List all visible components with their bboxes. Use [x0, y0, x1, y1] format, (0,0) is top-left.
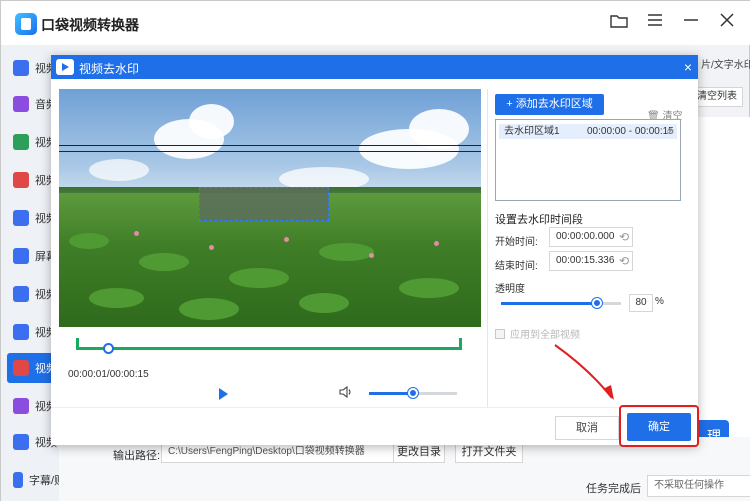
- reset-start-icon[interactable]: ⟲: [619, 230, 629, 244]
- menu-icon[interactable]: [645, 13, 665, 33]
- flower: [134, 231, 139, 236]
- time-section-title: 设置去水印时间段: [495, 214, 583, 226]
- highlight-box: [619, 405, 699, 447]
- close-icon[interactable]: [717, 13, 737, 33]
- clear-list-button[interactable]: 清空列表: [691, 87, 743, 107]
- region-list: 去水印区域1 00:00:00 - 00:00:15 ⊗: [495, 119, 681, 201]
- opacity-unit: %: [655, 296, 664, 307]
- opacity-slider[interactable]: [501, 302, 621, 305]
- dialog-title: 视频去水印: [79, 62, 140, 76]
- video-icon: [13, 324, 29, 340]
- play-icon[interactable]: [219, 388, 228, 400]
- flower: [209, 245, 214, 250]
- volume-fill: [369, 392, 413, 395]
- output-path-label: 输出路径:: [113, 450, 161, 462]
- subtitle-icon: [13, 472, 23, 488]
- divider: [487, 89, 488, 407]
- wire: [59, 151, 481, 152]
- app-title: 口袋视频转换器: [41, 17, 139, 33]
- video-icon: [13, 60, 29, 76]
- apply-all-checkbox[interactable]: 应用到全部视频: [495, 326, 580, 341]
- video-icon: [13, 210, 29, 226]
- leaf: [229, 268, 289, 288]
- task-complete-select[interactable]: 不采取任何操作: [647, 475, 750, 497]
- flower: [284, 237, 289, 242]
- video-icon: [13, 434, 29, 450]
- trim-timeline[interactable]: [76, 338, 462, 354]
- cloud: [189, 104, 234, 139]
- video-play-icon: [56, 59, 74, 75]
- task-complete-label: 任务完成后: [586, 483, 641, 495]
- cancel-button[interactable]: 取消: [555, 416, 619, 440]
- audio-icon: [13, 96, 29, 112]
- flower: [434, 241, 439, 246]
- folder-icon[interactable]: [609, 13, 629, 33]
- end-time-label: 结束时间:: [495, 261, 538, 272]
- video-icon: [13, 134, 29, 150]
- minimize-icon[interactable]: [681, 13, 701, 33]
- leaf: [179, 298, 239, 320]
- sidebar-item[interactable]: 字幕/贴图: [7, 465, 59, 495]
- leaf: [139, 253, 189, 271]
- title-bar: 口袋视频转换器: [1, 1, 750, 45]
- leaf: [319, 243, 374, 261]
- video-icon: [13, 286, 29, 302]
- leaf: [299, 293, 349, 313]
- time-display: 00:00:01/00:00:15: [68, 369, 149, 380]
- region-delete-icon[interactable]: ⊗: [666, 124, 674, 139]
- dialog-header: 视频去水印 ×: [51, 55, 698, 79]
- apply-all-label: 应用到全部视频: [510, 330, 580, 341]
- region-name: 去水印区域1: [504, 126, 560, 137]
- sidebar-item-label: 字幕/贴图: [29, 475, 59, 487]
- region-list-item[interactable]: 去水印区域1 00:00:00 - 00:00:15 ⊗: [499, 124, 677, 139]
- wire: [59, 145, 481, 146]
- reset-end-icon[interactable]: ⟲: [619, 254, 629, 268]
- opacity-input[interactable]: 80: [629, 294, 653, 312]
- opacity-knob[interactable]: [592, 298, 602, 308]
- playhead-knob[interactable]: [103, 343, 114, 354]
- watermark-dialog: 视频去水印 × 00:00:01/00:00:15 + 添加去水印区域 🗑 清空…: [51, 55, 699, 447]
- start-time-label: 开始时间:: [495, 237, 538, 248]
- trim-end-handle[interactable]: [459, 338, 462, 350]
- leaf: [399, 278, 459, 298]
- screen-record-icon: [13, 248, 29, 264]
- watermark-icon: [13, 360, 29, 376]
- right-panel: 片/文字水印 清空列表 理: [691, 45, 750, 501]
- checkbox-icon: [495, 328, 505, 339]
- watermark-region-box[interactable]: [199, 187, 329, 221]
- flower: [369, 253, 374, 258]
- volume-icon[interactable]: [339, 385, 353, 401]
- leaf: [69, 233, 109, 249]
- cloud: [89, 159, 149, 181]
- video-icon: [13, 398, 29, 414]
- app-logo-icon: [15, 13, 37, 35]
- cloud: [409, 109, 469, 149]
- dialog-close-icon[interactable]: ×: [684, 58, 692, 76]
- volume-knob[interactable]: [408, 388, 418, 398]
- video-icon: [13, 172, 29, 188]
- sky: [59, 89, 481, 199]
- opacity-label: 透明度: [495, 284, 525, 295]
- leaf: [89, 288, 144, 308]
- video-preview[interactable]: [59, 89, 481, 327]
- opacity-fill: [501, 302, 597, 305]
- region-time: 00:00:00 - 00:00:15: [587, 126, 674, 137]
- watermark-type-label: 片/文字水印: [701, 60, 750, 71]
- add-region-button[interactable]: + 添加去水印区域: [495, 94, 604, 115]
- task-complete-value: 不采取任何操作: [654, 480, 724, 491]
- timeline-bar: [76, 347, 462, 350]
